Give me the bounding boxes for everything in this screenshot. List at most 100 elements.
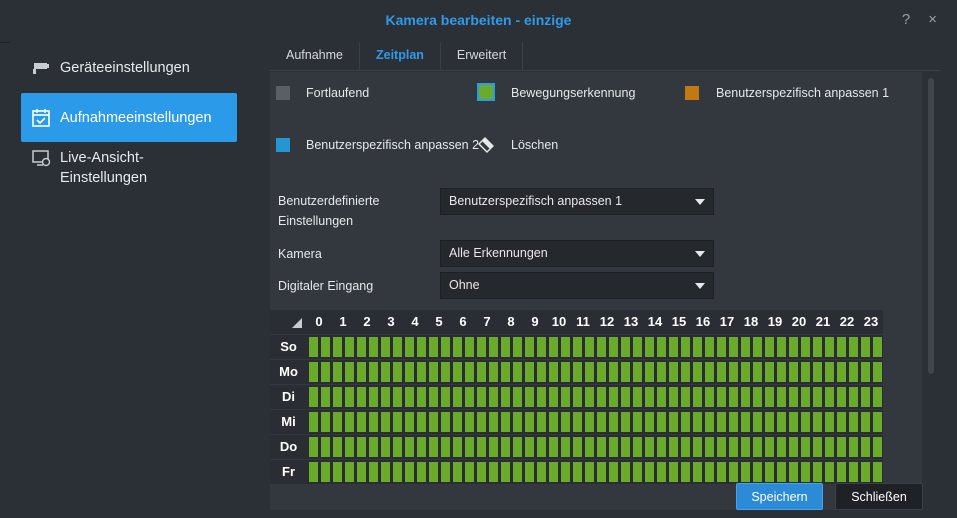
- close-icon[interactable]: ×: [928, 11, 937, 28]
- schedule-cell[interactable]: [693, 362, 702, 382]
- schedule-cell[interactable]: [393, 412, 402, 432]
- schedule-cell[interactable]: [801, 437, 810, 457]
- schedule-cell[interactable]: [825, 387, 834, 407]
- day-label[interactable]: Mo: [270, 360, 307, 384]
- schedule-cell[interactable]: [357, 362, 366, 382]
- schedule-cell[interactable]: [789, 362, 798, 382]
- hour-label[interactable]: 1: [331, 310, 355, 334]
- schedule-cell[interactable]: [813, 462, 822, 482]
- schedule-cell[interactable]: [393, 387, 402, 407]
- schedule-cell[interactable]: [429, 337, 438, 357]
- schedule-cell[interactable]: [345, 362, 354, 382]
- schedule-cell[interactable]: [501, 337, 510, 357]
- schedule-cell[interactable]: [429, 437, 438, 457]
- schedule-cell[interactable]: [537, 387, 546, 407]
- hour-label[interactable]: 0: [307, 310, 331, 334]
- schedule-cell[interactable]: [393, 462, 402, 482]
- schedule-cell[interactable]: [321, 437, 330, 457]
- schedule-cell[interactable]: [405, 462, 414, 482]
- schedule-cell[interactable]: [753, 437, 762, 457]
- schedule-cell[interactable]: [705, 387, 714, 407]
- schedule-cell[interactable]: [729, 437, 738, 457]
- schedule-cell[interactable]: [729, 412, 738, 432]
- schedule-cell[interactable]: [693, 337, 702, 357]
- schedule-cell[interactable]: [525, 412, 534, 432]
- schedule-cell[interactable]: [321, 337, 330, 357]
- schedule-cell[interactable]: [681, 337, 690, 357]
- schedule-cell[interactable]: [693, 462, 702, 482]
- schedule-cell[interactable]: [597, 362, 606, 382]
- schedule-cell[interactable]: [645, 462, 654, 482]
- tab-schedule[interactable]: Zeitplan: [360, 42, 441, 70]
- schedule-cell[interactable]: [825, 412, 834, 432]
- schedule-cell[interactable]: [321, 462, 330, 482]
- schedule-cell[interactable]: [489, 387, 498, 407]
- schedule-cell[interactable]: [825, 437, 834, 457]
- schedule-cell[interactable]: [873, 362, 882, 382]
- schedule-cell[interactable]: [585, 437, 594, 457]
- schedule-cell[interactable]: [561, 462, 570, 482]
- schedule-cell[interactable]: [369, 387, 378, 407]
- schedule-cell[interactable]: [633, 337, 642, 357]
- schedule-cell[interactable]: [825, 362, 834, 382]
- tab-recording[interactable]: Aufnahme: [270, 42, 360, 70]
- schedule-cell[interactable]: [825, 337, 834, 357]
- schedule-cell[interactable]: [489, 462, 498, 482]
- schedule-cell[interactable]: [501, 412, 510, 432]
- schedule-cell[interactable]: [477, 412, 486, 432]
- schedule-cell[interactable]: [489, 437, 498, 457]
- schedule-cell[interactable]: [609, 412, 618, 432]
- hour-label[interactable]: 20: [787, 310, 811, 334]
- schedule-cell[interactable]: [573, 412, 582, 432]
- schedule-cell[interactable]: [501, 462, 510, 482]
- hour-label[interactable]: 13: [619, 310, 643, 334]
- schedule-cell[interactable]: [717, 412, 726, 432]
- schedule-cell[interactable]: [369, 437, 378, 457]
- schedule-cell[interactable]: [429, 412, 438, 432]
- schedule-cell[interactable]: [693, 437, 702, 457]
- schedule-cell[interactable]: [801, 462, 810, 482]
- schedule-cell[interactable]: [309, 462, 318, 482]
- schedule-cell[interactable]: [777, 437, 786, 457]
- schedule-cell[interactable]: [837, 362, 846, 382]
- schedule-cell[interactable]: [657, 412, 666, 432]
- schedule-cell[interactable]: [345, 412, 354, 432]
- schedule-cell[interactable]: [477, 337, 486, 357]
- schedule-cell[interactable]: [477, 387, 486, 407]
- schedule-cell[interactable]: [681, 412, 690, 432]
- schedule-cell[interactable]: [741, 412, 750, 432]
- schedule-cell[interactable]: [573, 337, 582, 357]
- schedule-cell[interactable]: [645, 412, 654, 432]
- schedule-cell[interactable]: [417, 337, 426, 357]
- schedule-cell[interactable]: [813, 387, 822, 407]
- schedule-cell[interactable]: [717, 362, 726, 382]
- schedule-cell[interactable]: [861, 387, 870, 407]
- schedule-cell[interactable]: [309, 387, 318, 407]
- schedule-cell[interactable]: [549, 337, 558, 357]
- schedule-cell[interactable]: [465, 412, 474, 432]
- hour-label[interactable]: 14: [643, 310, 667, 334]
- schedule-cell[interactable]: [441, 462, 450, 482]
- schedule-cell[interactable]: [417, 362, 426, 382]
- schedule-cell[interactable]: [765, 462, 774, 482]
- schedule-cell[interactable]: [309, 412, 318, 432]
- schedule-cell[interactable]: [873, 437, 882, 457]
- schedule-cell[interactable]: [741, 462, 750, 482]
- schedule-cell[interactable]: [849, 437, 858, 457]
- schedule-cell[interactable]: [717, 462, 726, 482]
- schedule-cell[interactable]: [597, 387, 606, 407]
- schedule-cell[interactable]: [585, 362, 594, 382]
- schedule-cell[interactable]: [345, 437, 354, 457]
- schedule-cell[interactable]: [453, 437, 462, 457]
- schedule-cell[interactable]: [417, 412, 426, 432]
- schedule-cell[interactable]: [381, 387, 390, 407]
- schedule-cell[interactable]: [633, 362, 642, 382]
- schedule-cell[interactable]: [573, 437, 582, 457]
- schedule-cell[interactable]: [717, 437, 726, 457]
- select-all-corner[interactable]: [270, 310, 307, 334]
- schedule-cell[interactable]: [849, 462, 858, 482]
- schedule-cell[interactable]: [669, 362, 678, 382]
- schedule-cell[interactable]: [357, 337, 366, 357]
- schedule-cell[interactable]: [873, 387, 882, 407]
- schedule-cell[interactable]: [753, 462, 762, 482]
